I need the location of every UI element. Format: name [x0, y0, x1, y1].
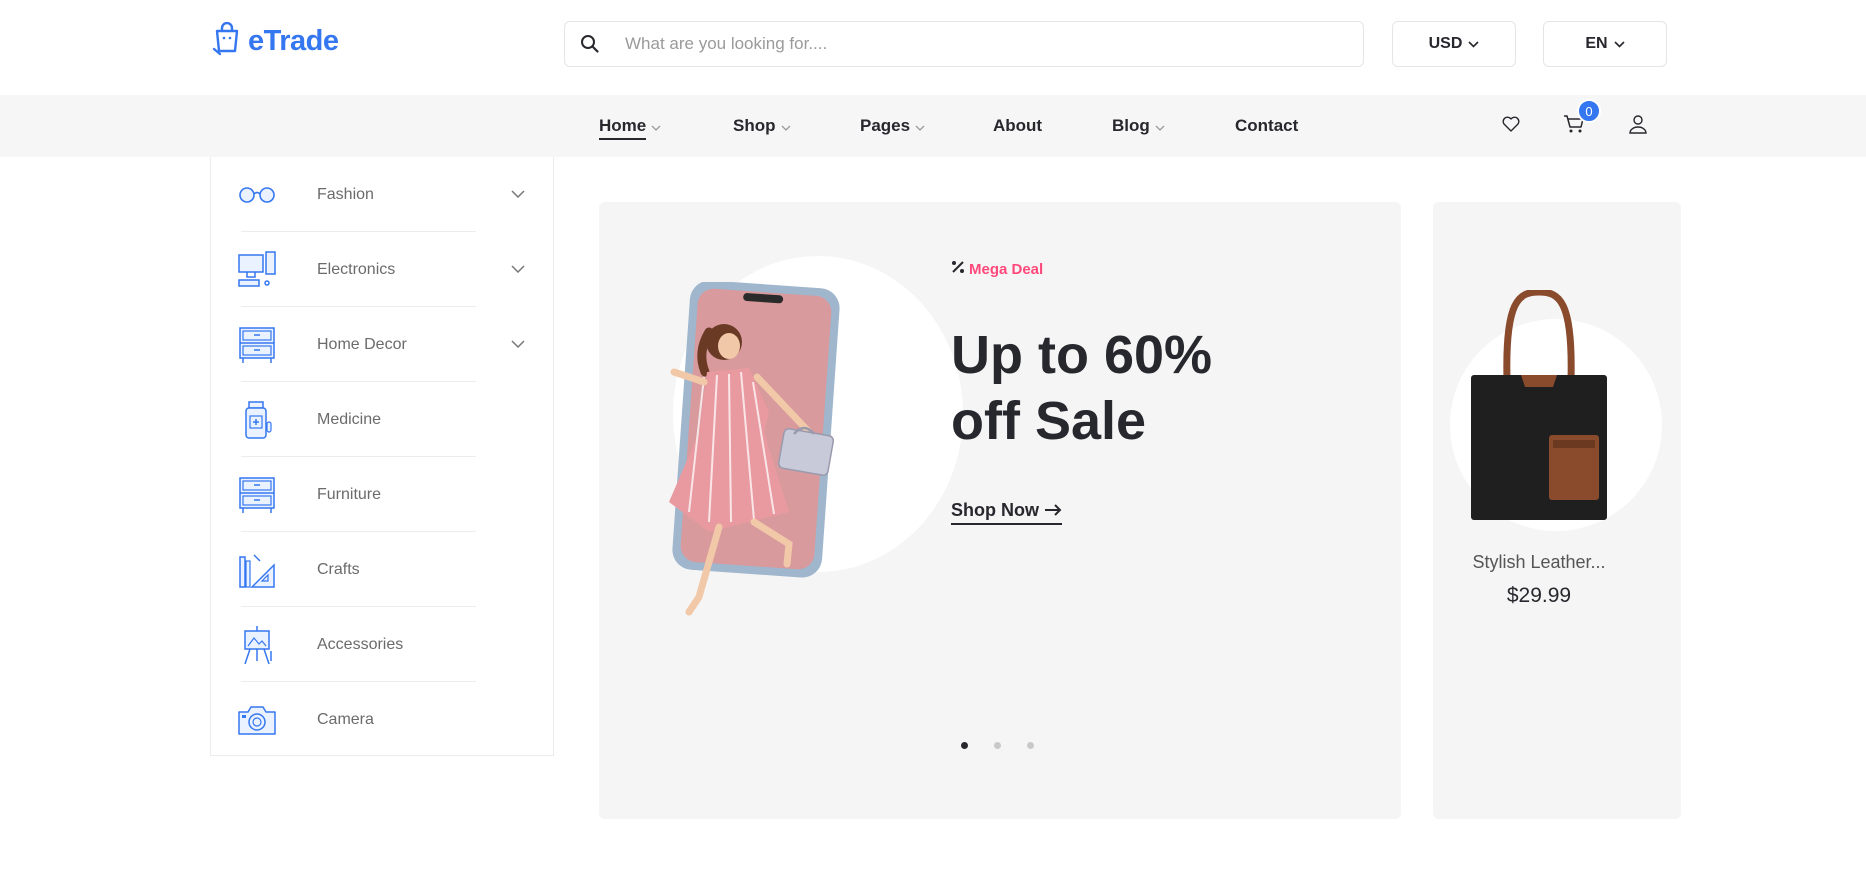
- chevron-down-icon: [781, 116, 791, 136]
- nav-item-blog[interactable]: Blog: [1112, 95, 1165, 157]
- tote-bag-image: [1471, 290, 1607, 520]
- currency-value: USD: [1428, 35, 1463, 52]
- hero-title: Up to 60% off Sale: [951, 322, 1291, 454]
- hero-model-image: [669, 282, 840, 616]
- product-price: $29.99: [1506, 584, 1572, 607]
- category-label: Fashion: [317, 185, 374, 203]
- easel-icon: [237, 625, 277, 665]
- category-label: Electronics: [317, 260, 396, 278]
- cabinet-icon: [237, 325, 277, 365]
- currency-dropdown[interactable]: USD: [1392, 21, 1516, 67]
- search-bar[interactable]: [564, 21, 1364, 67]
- deal-tag: Mega Deal: [951, 260, 1043, 278]
- nav-item-contact[interactable]: Contact: [1235, 95, 1298, 157]
- chevron-down-icon[interactable]: [511, 335, 525, 353]
- brand-name: eTrade: [248, 25, 339, 57]
- computer-icon: [237, 250, 277, 290]
- category-label: Accessories: [317, 635, 404, 653]
- deal-label: Mega Deal: [969, 260, 1044, 278]
- slide-dot[interactable]: [994, 742, 1001, 749]
- chevron-down-icon: [915, 116, 925, 136]
- hero-slider: Mega Deal Up to 60% off Sale Shop Now: [599, 202, 1401, 819]
- shopping-bag-logo-icon: [212, 21, 242, 61]
- hero-title-line: off Sale: [951, 391, 1147, 451]
- brand-logo[interactable]: eTrade: [212, 21, 339, 61]
- chevron-down-icon[interactable]: [511, 260, 525, 278]
- nav-label: Pages: [860, 116, 911, 135]
- slide-dot[interactable]: [1027, 742, 1034, 749]
- language-dropdown[interactable]: EN: [1543, 21, 1667, 67]
- shop-now-button[interactable]: Shop Now: [951, 500, 1063, 525]
- nav-item-about[interactable]: About: [993, 95, 1042, 157]
- page: eTrade USD EN Home: [0, 0, 1866, 874]
- cart-count-badge: 0: [1577, 99, 1601, 123]
- category-label: Camera: [317, 710, 374, 728]
- arrow-right-icon: [1044, 500, 1062, 520]
- category-label: Furniture: [317, 485, 382, 503]
- slide-dot[interactable]: [961, 742, 968, 749]
- header-top: eTrade USD EN: [0, 0, 1866, 95]
- category-label: Crafts: [317, 560, 360, 578]
- chevron-down-icon: [1468, 35, 1479, 53]
- chevron-down-icon: [1155, 116, 1165, 136]
- shop-now-label: Shop Now: [951, 500, 1039, 520]
- product-name[interactable]: Stylish Leather...: [1433, 552, 1645, 573]
- category-item-furniture[interactable]: Furniture: [211, 457, 555, 532]
- nav-label: Shop: [733, 116, 776, 135]
- search-input[interactable]: [615, 34, 1363, 54]
- featured-product-card[interactable]: Stylish Leather... $29.99: [1433, 202, 1681, 819]
- category-item-fashion[interactable]: Fashion: [211, 157, 555, 232]
- hero-title-line: Up to 60%: [951, 325, 1213, 385]
- nav-label: Blog: [1112, 116, 1150, 135]
- slider-pagination: [961, 742, 1034, 749]
- category-label: Medicine: [317, 410, 382, 428]
- nav-label: Contact: [1235, 116, 1299, 135]
- medicine-bottle-icon: [237, 400, 277, 440]
- nav-label: Home: [599, 116, 647, 140]
- camera-icon: [237, 700, 277, 740]
- search-icon[interactable]: [565, 34, 615, 54]
- heart-icon[interactable]: [1501, 114, 1521, 139]
- category-item-electronics[interactable]: Electronics: [211, 232, 555, 307]
- category-item-camera[interactable]: Camera: [211, 682, 555, 757]
- drawer-icon: [237, 475, 277, 515]
- nav-item-home[interactable]: Home: [599, 95, 661, 157]
- language-value: EN: [1585, 35, 1608, 52]
- user-icon[interactable]: [1628, 114, 1648, 139]
- chevron-down-icon[interactable]: [511, 185, 525, 203]
- ruler-icon: [237, 550, 277, 590]
- nav-item-shop[interactable]: Shop: [733, 95, 791, 157]
- category-item-home-decor[interactable]: Home Decor: [211, 307, 555, 382]
- glasses-icon: [237, 175, 277, 215]
- chevron-down-icon: [651, 116, 661, 136]
- category-item-accessories[interactable]: Accessories: [211, 607, 555, 682]
- category-label: Home Decor: [317, 335, 407, 353]
- category-sidebar: Fashion Electronics Home Decor Medicine: [210, 157, 554, 756]
- percent-icon: [951, 260, 965, 278]
- category-item-crafts[interactable]: Crafts: [211, 532, 555, 607]
- nav-label: About: [993, 116, 1043, 135]
- category-item-medicine[interactable]: Medicine: [211, 382, 555, 457]
- nav-item-pages[interactable]: Pages: [860, 95, 925, 157]
- chevron-down-icon: [1614, 35, 1625, 53]
